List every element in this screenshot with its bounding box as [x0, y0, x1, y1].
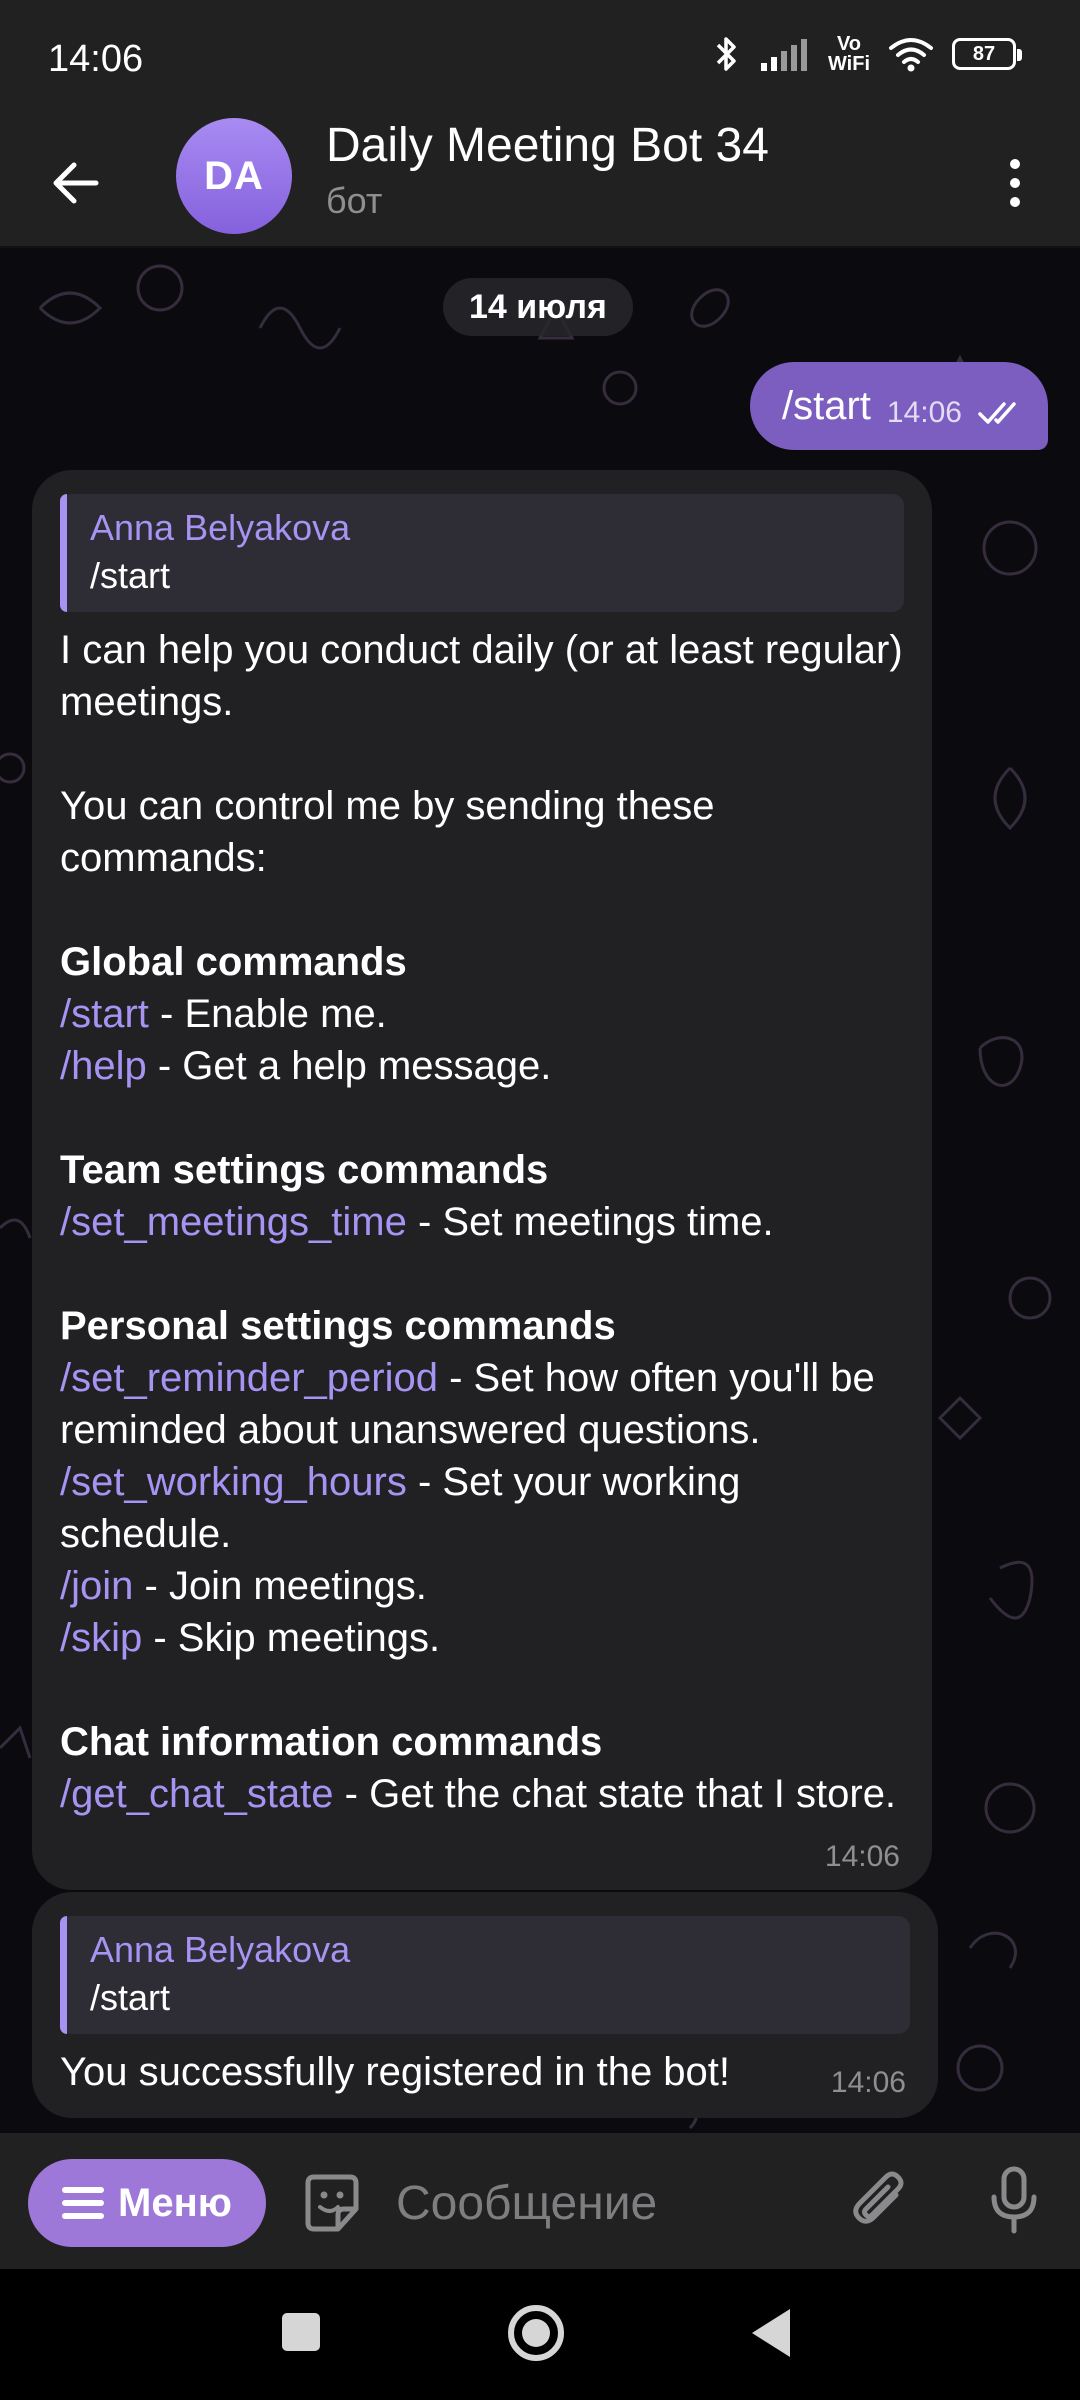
message-time: 14:06	[830, 2066, 906, 2099]
command-link[interactable]: /set_meetings_time	[60, 1200, 407, 1244]
incoming-message[interactable]: Anna Belyakova /start You successfully r…	[32, 1892, 938, 2118]
status-time: 14:06	[48, 38, 144, 80]
signal-icon	[760, 39, 807, 71]
command-link[interactable]: /get_chat_state	[60, 1772, 334, 1816]
command-description: - Join meetings.	[133, 1564, 427, 1608]
outgoing-message[interactable]: /start 14:06	[750, 362, 1048, 450]
avatar[interactable]: DA	[176, 118, 292, 234]
command-link[interactable]: /join	[60, 1564, 133, 1608]
status-bar: 14:06 Vo WiFi 87	[0, 0, 1080, 118]
chat-subtitle: бот	[326, 180, 383, 221]
system-back-button[interactable]	[752, 2309, 790, 2357]
battery-icon: 87	[952, 38, 1022, 70]
message-paragraph: I can help you conduct daily (or at leas…	[60, 628, 903, 724]
message-body: You successfully registered in the bot!	[60, 2050, 731, 2094]
command-description: - Get the chat state that I store.	[333, 1772, 897, 1816]
outgoing-message-time: 14:06	[886, 396, 962, 429]
status-icons: Vo WiFi 87	[712, 34, 1022, 74]
message-composer: Меню	[0, 2133, 1080, 2269]
chat-title[interactable]: Daily Meeting Bot 34	[326, 118, 769, 173]
more-options-button[interactable]	[990, 148, 1040, 218]
vowifi-top: Vo	[836, 33, 862, 55]
command-description: - Skip meetings.	[142, 1616, 441, 1660]
command-line: /skip - Skip meetings.	[60, 1612, 904, 1664]
message-paragraph: You can control me by sending these comm…	[60, 784, 715, 880]
command-section: Global commands /start - Enable me. /hel…	[60, 936, 904, 1092]
double-check-icon	[978, 402, 1016, 424]
wifi-icon	[889, 38, 933, 72]
command-section: Chat information commands /get_chat_stat…	[60, 1716, 904, 1820]
microphone-icon[interactable]	[990, 2165, 1038, 2237]
command-description: - Set meetings time.	[406, 1200, 774, 1244]
attach-icon[interactable]	[852, 2169, 912, 2237]
reply-text: /start	[90, 555, 171, 596]
command-line: /help - Get a help message.	[60, 1040, 904, 1092]
menu-bar	[62, 2187, 105, 2193]
reply-author: Anna Belyakova	[90, 507, 351, 548]
section-heading: Chat information commands	[60, 1720, 603, 1764]
command-line: /get_chat_state - Get the chat state tha…	[60, 1768, 904, 1820]
bot-menu-button[interactable]: Меню	[28, 2159, 266, 2247]
chat-header: DA Daily Meeting Bot 34 бот	[0, 118, 1080, 248]
command-section: Personal settings commands /set_reminder…	[60, 1300, 904, 1664]
date-separator: 14 июля	[443, 278, 633, 336]
command-link[interactable]: /set_reminder_period	[60, 1356, 438, 1400]
menu-icon	[62, 2187, 105, 2219]
back-button[interactable]	[40, 148, 110, 218]
menu-bar	[62, 2200, 105, 2206]
home-button[interactable]	[508, 2305, 564, 2361]
system-navigation-bar	[0, 2269, 1080, 2400]
command-description: - Enable me.	[148, 992, 387, 1036]
home-dot	[522, 2319, 550, 2347]
more-dot	[1010, 159, 1020, 169]
message-input[interactable]	[396, 2173, 816, 2233]
command-description: - Get a help message.	[146, 1044, 552, 1088]
message-time: 14:06	[824, 1840, 900, 1873]
sticker-icon[interactable]	[298, 2169, 366, 2237]
command-line: /join - Join meetings.	[60, 1560, 904, 1612]
section-heading: Team settings commands	[60, 1148, 549, 1192]
chat-area[interactable]: 14 июля /start 14:06 Anna Belyakova /sta…	[0, 248, 1080, 2133]
reply-author: Anna Belyakova	[90, 1929, 351, 1970]
bot-menu-label: Меню	[118, 2180, 232, 2225]
incoming-message[interactable]: Anna Belyakova /start I can help you con…	[32, 470, 932, 1890]
vowifi-bottom: WiFi	[827, 53, 870, 75]
command-line: /set_working_hours - Set your working sc…	[60, 1456, 904, 1560]
command-section: Team settings commands /set_meetings_tim…	[60, 1144, 904, 1248]
command-link[interactable]: /help	[60, 1044, 147, 1088]
recents-button[interactable]	[282, 2313, 320, 2351]
command-line: /start - Enable me.	[60, 988, 904, 1040]
menu-bar	[62, 2213, 105, 2219]
command-link[interactable]: /start	[60, 992, 149, 1036]
more-dot	[1010, 197, 1020, 207]
command-link[interactable]: /set_working_hours	[60, 1460, 407, 1504]
command-link[interactable]: /skip	[60, 1616, 142, 1660]
message-body: I can help you conduct daily (or at leas…	[60, 624, 904, 1820]
reply-quote[interactable]: Anna Belyakova /start	[60, 494, 904, 612]
section-heading: Personal settings commands	[60, 1304, 616, 1348]
battery-level: 87	[972, 42, 996, 65]
section-heading: Global commands	[60, 940, 407, 984]
arrow-left-icon	[53, 162, 99, 204]
reply-quote[interactable]: Anna Belyakova /start	[60, 1916, 910, 2034]
bluetooth-icon	[716, 37, 736, 71]
reply-text: /start	[90, 1977, 171, 2018]
more-dot	[1010, 178, 1020, 188]
command-line: /set_reminder_period - Set how often you…	[60, 1352, 904, 1456]
outgoing-message-text: /start	[782, 383, 871, 428]
command-line: /set_meetings_time - Set meetings time.	[60, 1196, 904, 1248]
vowifi-icon: Vo WiFi	[828, 34, 870, 74]
